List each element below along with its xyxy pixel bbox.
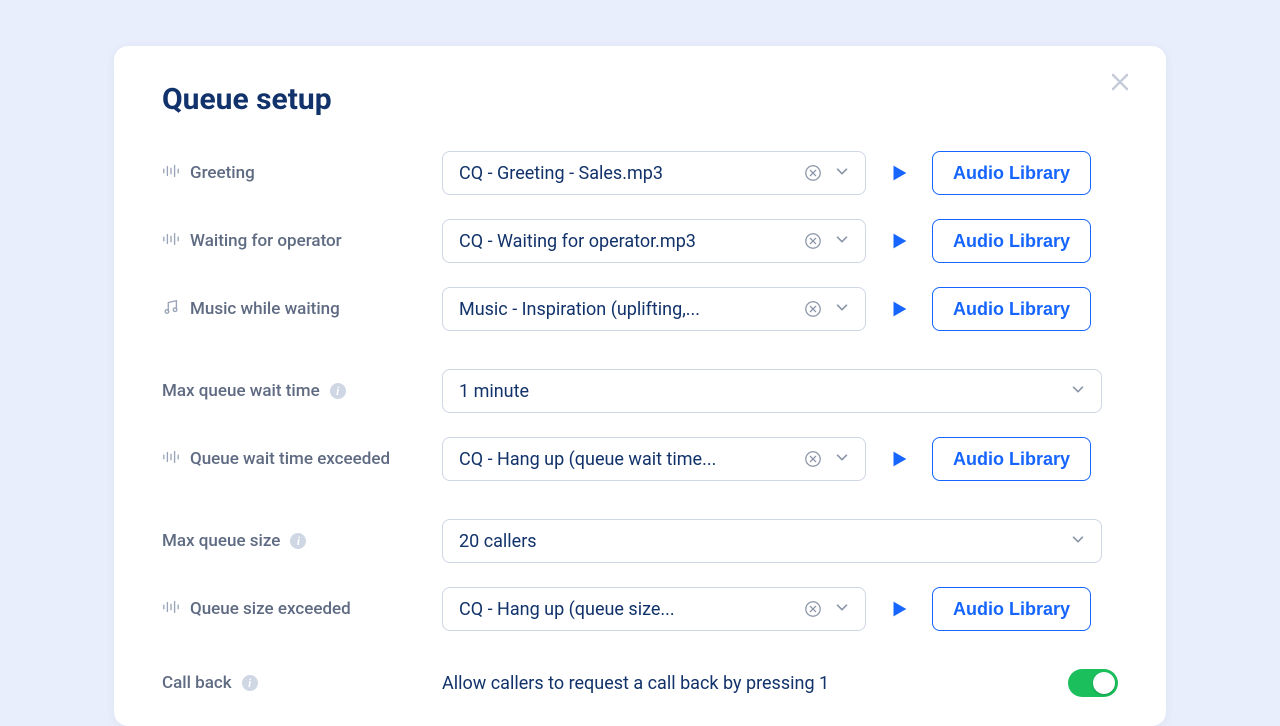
greeting-select[interactable]: CQ - Greeting - Sales.mp3 xyxy=(442,151,866,195)
row-wait-exceeded: Queue wait time exceeded CQ - Hang up (q… xyxy=(162,437,1118,481)
max-wait-label: Max queue wait time xyxy=(162,381,320,401)
info-icon[interactable]: i xyxy=(330,383,346,399)
waiting-select[interactable]: CQ - Waiting for operator.mp3 xyxy=(442,219,866,263)
max-size-value: 20 callers xyxy=(459,531,1059,552)
wait-exceeded-select[interactable]: CQ - Hang up (queue wait time... xyxy=(442,437,866,481)
page-title: Queue setup xyxy=(162,82,1118,117)
audio-library-button[interactable]: Audio Library xyxy=(932,437,1091,481)
play-icon[interactable] xyxy=(888,230,910,252)
play-icon[interactable] xyxy=(888,162,910,184)
audio-library-button[interactable]: Audio Library xyxy=(932,287,1091,331)
row-callback: Call back i Allow callers to request a c… xyxy=(162,669,1118,697)
greeting-value: CQ - Greeting - Sales.mp3 xyxy=(459,163,793,184)
info-icon[interactable]: i xyxy=(242,675,258,691)
max-size-select[interactable]: 20 callers xyxy=(442,519,1102,563)
callback-toggle[interactable] xyxy=(1068,669,1118,697)
max-wait-value: 1 minute xyxy=(459,381,1059,402)
audio-library-button[interactable]: Audio Library xyxy=(932,219,1091,263)
audio-library-button[interactable]: Audio Library xyxy=(932,151,1091,195)
chevron-down-icon xyxy=(1069,380,1089,403)
row-max-size: Max queue size i 20 callers xyxy=(162,519,1118,563)
row-greeting: Greeting CQ - Greeting - Sales.mp3 Audio… xyxy=(162,151,1118,195)
size-exceeded-value: CQ - Hang up (queue size... xyxy=(459,599,793,620)
play-icon[interactable] xyxy=(888,598,910,620)
row-max-wait: Max queue wait time i 1 minute xyxy=(162,369,1118,413)
clear-icon[interactable] xyxy=(803,299,823,319)
clear-icon[interactable] xyxy=(803,231,823,251)
size-exceeded-label: Queue size exceeded xyxy=(190,599,351,619)
greeting-label: Greeting xyxy=(190,163,255,183)
chevron-down-icon xyxy=(833,298,853,321)
music-select[interactable]: Music - Inspiration (uplifting,... xyxy=(442,287,866,331)
wait-exceeded-label: Queue wait time exceeded xyxy=(190,449,390,469)
max-wait-select[interactable]: 1 minute xyxy=(442,369,1102,413)
chevron-down-icon xyxy=(833,448,853,471)
chevron-down-icon xyxy=(833,230,853,253)
row-waiting: Waiting for operator CQ - Waiting for op… xyxy=(162,219,1118,263)
clear-icon[interactable] xyxy=(803,599,823,619)
waveform-icon xyxy=(162,448,180,471)
play-icon[interactable] xyxy=(888,448,910,470)
waiting-label: Waiting for operator xyxy=(190,231,342,251)
chevron-down-icon xyxy=(1069,530,1089,553)
audio-library-button[interactable]: Audio Library xyxy=(932,587,1091,631)
waveform-icon xyxy=(162,162,180,185)
chevron-down-icon xyxy=(833,598,853,621)
music-label: Music while waiting xyxy=(190,299,340,319)
queue-setup-panel: Queue setup Greeting CQ - Greeting - Sal… xyxy=(114,46,1166,726)
waiting-value: CQ - Waiting for operator.mp3 xyxy=(459,231,793,252)
wait-exceeded-value: CQ - Hang up (queue wait time... xyxy=(459,449,793,470)
music-note-icon xyxy=(162,298,180,321)
chevron-down-icon xyxy=(833,162,853,185)
close-icon[interactable] xyxy=(1108,70,1136,98)
play-icon[interactable] xyxy=(888,298,910,320)
waveform-icon xyxy=(162,598,180,621)
callback-label: Call back xyxy=(162,673,232,693)
music-value: Music - Inspiration (uplifting,... xyxy=(459,299,793,320)
clear-icon[interactable] xyxy=(803,449,823,469)
waveform-icon xyxy=(162,230,180,253)
info-icon[interactable]: i xyxy=(290,533,306,549)
row-music: Music while waiting Music - Inspiration … xyxy=(162,287,1118,331)
size-exceeded-select[interactable]: CQ - Hang up (queue size... xyxy=(442,587,866,631)
clear-icon[interactable] xyxy=(803,163,823,183)
callback-description: Allow callers to request a call back by … xyxy=(442,673,1046,694)
row-size-exceeded: Queue size exceeded CQ - Hang up (queue … xyxy=(162,587,1118,631)
max-size-label: Max queue size xyxy=(162,531,280,551)
